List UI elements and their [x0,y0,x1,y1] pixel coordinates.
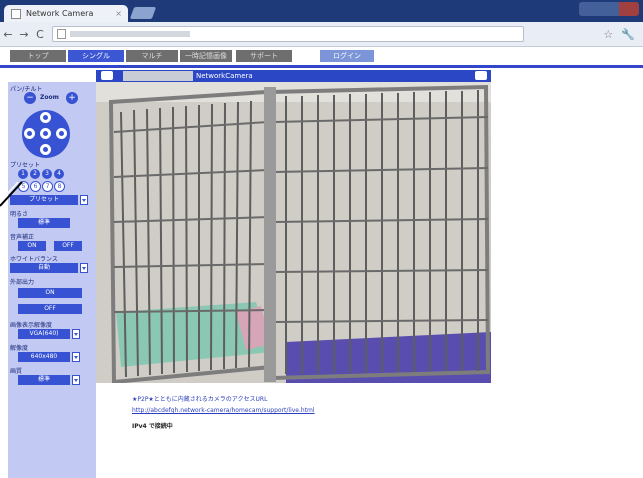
browser-tab[interactable]: Network Camera × [4,5,128,22]
menu-tab-support[interactable]: サポート [236,50,292,62]
connection-status: IPv4 で接続中 [132,423,173,430]
login-button[interactable]: ログイン [320,50,374,62]
output-on-button[interactable]: ON [18,288,82,298]
reload-icon[interactable]: C [32,28,48,41]
app-menu-bar: トップ シングル マルチ 一時記憶画像 サポート ログイン [0,47,643,66]
tab-title: Network Camera [26,9,94,18]
resolution-select[interactable]: 640x480 [18,352,70,362]
chevron-down-icon[interactable] [80,195,88,205]
window-controls[interactable] [579,2,639,16]
chevron-down-icon[interactable] [72,352,80,362]
preset-button[interactable]: 4 [54,169,64,179]
menu-tab-top[interactable]: トップ [10,50,66,62]
quality-select[interactable]: 標準 [18,375,70,385]
chevron-down-icon[interactable] [80,263,88,273]
camera-select-field[interactable] [123,71,193,81]
pan-tilt-pad [22,110,70,158]
camera-header: NetworkCamera [96,70,491,82]
access-url-link[interactable]: http://abcdefgh.network-camera/homecam/s… [132,407,472,417]
fullscreen-icon[interactable] [475,71,487,80]
audio-off-button[interactable]: OFF [54,241,82,251]
pan-tilt-label: パン/チルト [10,86,43,93]
control-panel: パン/チルト Zoom − + プリセット 1 2 3 4 5 6 7 8 プリ… [8,82,96,478]
tilt-up-button[interactable] [40,112,51,123]
audio-on-button[interactable]: ON [18,241,46,251]
menu-underline [0,65,643,68]
browser-toolbar: ← → C ☆ 🔧 [0,22,643,47]
home-position-button[interactable] [40,128,51,139]
menu-tab-buffered-images[interactable]: 一時記憶画像 [180,50,232,62]
preset-button[interactable]: 8 [54,181,65,192]
chevron-down-icon[interactable] [72,329,80,339]
pan-left-button[interactable] [24,128,35,139]
forward-icon[interactable]: → [16,28,32,41]
mouse-pointer-icon [0,181,23,207]
display-resolution-select[interactable]: VGA(640) [18,329,70,339]
white-balance-select[interactable]: 自動 [10,263,78,273]
zoom-label: Zoom [40,94,59,101]
wrench-menu-icon[interactable]: 🔧 [621,28,635,41]
display-resolution-label: 画像表示解像度 [10,322,53,329]
camera-icon[interactable] [101,71,113,80]
cage-photo [96,82,491,383]
page-icon [11,8,21,19]
audio-correction-label: 音声補正 [10,234,35,241]
brightness-label: 明るさ [10,211,29,218]
page-info-icon[interactable] [57,29,66,39]
preset-button[interactable]: 3 [42,169,52,179]
preset-button[interactable]: 2 [30,169,40,179]
new-tab-button[interactable] [129,7,157,19]
back-icon[interactable]: ← [0,28,16,41]
bookmark-star-icon[interactable]: ☆ [603,28,613,41]
external-output-label: 外部出力 [10,279,35,286]
zoom-out-button[interactable]: − [24,92,36,104]
chevron-down-icon[interactable] [72,375,80,385]
output-off-button[interactable]: OFF [18,304,82,314]
brightness-control[interactable]: 標準 [18,218,70,228]
tab-close-icon[interactable]: × [115,9,122,18]
preset-button[interactable]: 6 [30,181,41,192]
menu-tab-multi[interactable]: マルチ [126,50,178,62]
browser-titlebar: Network Camera × [0,0,643,22]
live-camera-image[interactable] [96,82,491,383]
pan-right-button[interactable] [56,128,67,139]
url-text-blurred [70,31,190,37]
preset-label: プリセット [10,162,41,169]
camera-name: NetworkCamera [196,72,253,80]
menu-tab-single[interactable]: シングル [68,50,124,62]
preset-button[interactable]: 7 [42,181,53,192]
white-balance-label: ホワイトバランス [10,256,58,263]
zoom-in-button[interactable]: + [66,92,78,104]
access-url-note: ★P2P★とともに内蔵されるカメラのアクセスURL [132,396,268,403]
quality-label: 画質 [10,368,23,375]
camera-info-notes: ★P2P★とともに内蔵されるカメラのアクセスURL http://abcdefg… [132,394,472,431]
tilt-down-button[interactable] [40,144,51,155]
resolution-label: 解像度 [10,345,29,352]
address-bar[interactable] [52,26,524,42]
